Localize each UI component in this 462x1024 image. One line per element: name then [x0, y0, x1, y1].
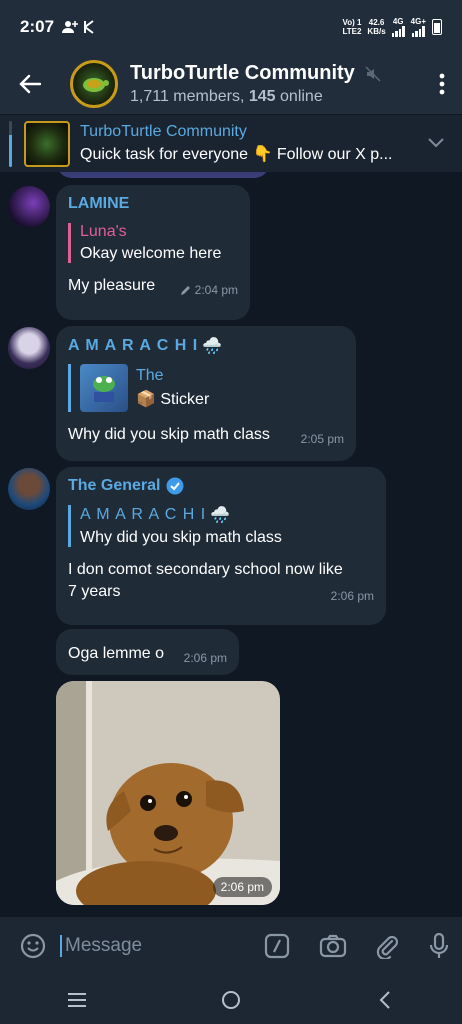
signal-icon	[391, 26, 405, 37]
message-text: Why did you skip math class	[68, 426, 270, 443]
sender-name[interactable]: The General	[68, 477, 374, 495]
message-text: I don comot secondary school now like	[68, 561, 343, 578]
message-bubble[interactable]: Oga lemme o 2:06 pm	[56, 629, 239, 675]
rain-cloud-icon: 🌧️	[210, 507, 232, 524]
message-text: Oga lemme o	[68, 645, 165, 662]
dog-photo	[56, 681, 280, 905]
message-bubble[interactable]: The General A M A R A C H I 🌧️ Why did y…	[56, 467, 386, 625]
avatar[interactable]	[8, 186, 50, 228]
chat-header: TurboTurtle Community 1,711 members, 145…	[0, 54, 462, 114]
frog-sticker-icon	[93, 376, 115, 402]
turtle-icon	[83, 78, 109, 92]
pinned-title: TurboTurtle Community	[80, 123, 247, 140]
home-circle-icon	[222, 990, 240, 1009]
group-avatar[interactable]	[70, 60, 118, 108]
pinned-message[interactable]: TurboTurtle Community Quick task for eve…	[0, 114, 462, 172]
more-vertical-icon	[439, 73, 445, 95]
voice-button[interactable]	[416, 917, 462, 975]
message-bubble[interactable]: A M A R A C H I 🌧️ The 📦 Sticker Why did…	[56, 326, 356, 461]
sender-name[interactable]: LAMINE	[68, 195, 238, 213]
chat-area[interactable]: LAMINE Luna's Okay welcome here My pleas…	[0, 172, 462, 917]
attach-button[interactable]	[364, 917, 410, 975]
message-time: 2:04 pm	[194, 283, 238, 297]
user-add-icon	[62, 21, 79, 33]
avatar[interactable]	[8, 327, 50, 369]
reply-quote[interactable]: Luna's Okay welcome here	[68, 223, 238, 263]
message-time: 2:05 pm	[300, 432, 344, 446]
sticker-thumbnail	[80, 364, 128, 412]
message-bubble[interactable]: LAMINE Luna's Okay welcome here My pleas…	[56, 185, 250, 320]
camera-button[interactable]	[310, 917, 356, 975]
sender-name-text: The General	[68, 477, 161, 494]
group-title: TurboTurtle Community	[130, 62, 355, 84]
arrow-left-icon	[19, 74, 41, 94]
menu-lines-icon	[68, 992, 86, 1007]
lte-label: LTE2	[342, 27, 362, 36]
reply-name: Luna's	[80, 223, 127, 240]
edit-pencil-icon	[180, 285, 190, 295]
camera-icon	[319, 934, 347, 958]
system-nav-bar	[0, 975, 462, 1024]
home-button[interactable]	[201, 980, 261, 1020]
reply-name: A M A R A C H I 🌧️	[80, 505, 374, 525]
recents-button[interactable]	[47, 980, 107, 1020]
pinned-thumbnail	[24, 120, 70, 167]
battery-icon	[432, 19, 442, 35]
photo-time: 2:06 pm	[212, 877, 272, 897]
verified-badge-icon	[166, 477, 184, 495]
sender-name-text: A M A R A C H I	[68, 337, 199, 354]
avatar[interactable]	[8, 468, 50, 510]
bot-commands-button[interactable]	[254, 917, 300, 975]
speed-value: 42.6	[368, 18, 385, 27]
reply-name-text: A M A R A C H I	[80, 506, 207, 523]
paperclip-icon	[376, 935, 399, 959]
volte-label: Vo) 1	[342, 18, 362, 27]
emoji-button[interactable]	[10, 917, 56, 975]
online-count: 145	[248, 88, 276, 105]
header-info[interactable]: TurboTurtle Community 1,711 members, 145…	[130, 62, 381, 106]
slash-command-icon	[264, 933, 290, 959]
previous-image-bottom[interactable]	[56, 172, 270, 178]
reply-quote[interactable]: A M A R A C H I 🌧️ Why did you skip math…	[68, 505, 374, 547]
emoji-icon	[20, 933, 46, 959]
net2-label: 4G+	[410, 17, 426, 26]
online-suffix: online	[275, 88, 323, 105]
rain-cloud-icon: 🌧️	[202, 338, 224, 355]
message-text: My pleasure	[68, 277, 156, 294]
message-input-bar	[0, 917, 462, 975]
reply-text: Okay welcome here	[80, 245, 222, 262]
reply-text: Why did you skip math class	[80, 529, 282, 546]
signal2-icon	[411, 26, 425, 37]
pinned-text: Quick task for everyone 👇 Follow our X p…	[80, 146, 393, 163]
status-bar: 2:07 Vo) 1 LTE2 42.6 KB/s 4G 4G+	[0, 0, 462, 54]
muted-icon	[365, 65, 381, 82]
nav-back-button[interactable]	[355, 980, 415, 1020]
chevron-down-icon[interactable]	[428, 135, 444, 153]
members-count: 1,711 members,	[130, 88, 245, 105]
net1-label: 4G	[392, 17, 404, 26]
reply-text: 📦 Sticker	[136, 391, 210, 408]
back-button[interactable]	[0, 54, 60, 114]
speed-unit: KB/s	[367, 27, 386, 36]
status-time: 2:07	[20, 17, 55, 36]
chevron-left-icon	[379, 990, 390, 1009]
reply-quote[interactable]: The 📦 Sticker	[68, 364, 344, 412]
reply-name: The	[136, 367, 164, 384]
pinned-indicator	[9, 121, 12, 167]
message-time: 2:06 pm	[183, 651, 227, 665]
photo-message[interactable]: 2:06 pm	[56, 681, 280, 905]
message-time: 2:06 pm	[330, 589, 374, 603]
more-button[interactable]	[422, 54, 462, 114]
sender-name[interactable]: A M A R A C H I 🌧️	[68, 336, 344, 356]
microphone-icon	[429, 933, 449, 958]
message-text-line2: 7 years	[68, 583, 121, 600]
data-saver-icon	[84, 20, 94, 34]
message-input[interactable]	[60, 935, 230, 957]
